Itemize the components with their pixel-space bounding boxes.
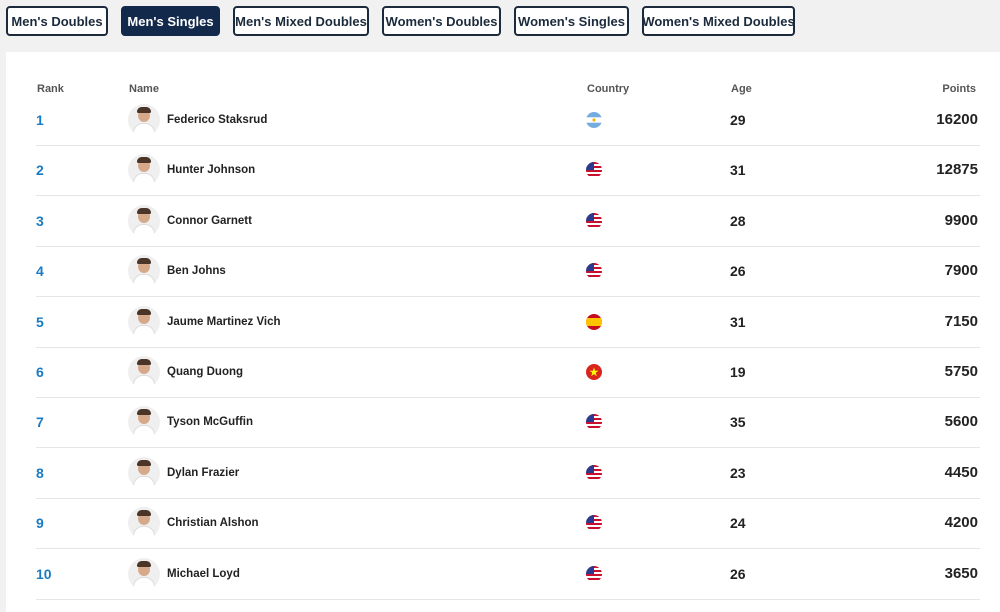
tab-mens-singles[interactable]: Men's Singles (121, 6, 220, 36)
points-value: 7150 (944, 312, 978, 330)
rank-value: 7 (36, 414, 44, 431)
table-row[interactable]: 6 Quang Duong 19 5750 (36, 347, 980, 398)
usa-flag-icon (586, 565, 602, 582)
avatar[interactable] (128, 557, 160, 590)
player-name-link[interactable]: Michael Loyd (167, 549, 240, 599)
player-name-link[interactable]: Tyson McGuffin (167, 397, 253, 447)
rank-value: 9 (36, 515, 44, 532)
points-value: 16200 (936, 111, 978, 128)
rank-value: 1 (36, 112, 44, 128)
tab-womens-doubles[interactable]: Women's Doubles (382, 6, 501, 36)
points-value: 4200 (944, 514, 978, 532)
player-name-link[interactable]: Federico Staksrud (167, 95, 267, 145)
table-row[interactable]: 2 Hunter Johnson 31 12875 (36, 145, 980, 197)
points-value: 3650 (944, 564, 978, 582)
tab-womens-mixed-doubles[interactable]: Women's Mixed Doubles (642, 6, 795, 36)
age-value: 19 (730, 364, 746, 380)
points-value: 5600 (944, 413, 978, 431)
age-value: 31 (730, 313, 746, 330)
header-rank: Rank (37, 83, 64, 95)
player-name-link[interactable]: Hunter Johnson (167, 145, 255, 195)
points-value: 12875 (936, 161, 978, 179)
rank-value: 4 (36, 263, 44, 280)
points-value: 4450 (944, 463, 978, 481)
rankings-panel: Rank Name Country Age Points 1 Federico S… (6, 52, 1000, 612)
tab-womens-singles[interactable]: Women's Singles (514, 6, 629, 36)
age-value: 28 (730, 212, 746, 229)
rank-value: 8 (36, 464, 44, 481)
avatar[interactable] (128, 255, 160, 288)
header-name: Name (129, 83, 159, 95)
table-row[interactable]: 5 Jaume Martinez Vich 31 7150 (36, 297, 980, 348)
usa-flag-icon (586, 464, 602, 481)
avatar[interactable] (128, 154, 160, 187)
points-value: 7900 (944, 262, 978, 280)
player-name-link[interactable]: Ben Johns (167, 246, 226, 296)
age-value: 35 (730, 414, 746, 431)
player-name-link[interactable]: Jaume Martinez Vich (167, 297, 281, 347)
player-name-link[interactable]: Quang Duong (167, 347, 243, 397)
usa-flag-icon (586, 212, 602, 229)
tab-mens-doubles[interactable]: Men's Doubles (6, 6, 108, 36)
avatar[interactable] (128, 204, 160, 237)
player-name-link[interactable]: Christian Alshon (167, 498, 259, 548)
table-row[interactable]: 7 Tyson McGuffin 35 5600 (36, 397, 980, 449)
avatar[interactable] (128, 456, 160, 489)
avatar[interactable] (128, 356, 160, 388)
avatar[interactable] (128, 305, 160, 338)
table-row[interactable]: 1 Federico Staksrud 29 16200 (36, 95, 980, 146)
table-row[interactable]: 4 Ben Johns 26 7900 (36, 246, 980, 298)
age-value: 31 (730, 162, 746, 179)
table-row[interactable]: 10 Michael Loyd 26 3650 (36, 549, 980, 600)
age-value: 24 (730, 515, 746, 532)
usa-flag-icon (586, 263, 602, 280)
header-country: Country (587, 83, 630, 95)
tab-mens-mixed-doubles[interactable]: Men's Mixed Doubles (233, 6, 369, 36)
rank-value: 3 (36, 212, 44, 229)
table-row[interactable]: 8 Dylan Frazier 23 4450 (36, 448, 980, 499)
player-name-link[interactable]: Dylan Frazier (167, 448, 239, 498)
points-value: 9900 (944, 211, 978, 229)
age-value: 26 (730, 565, 746, 582)
age-value: 26 (730, 263, 746, 280)
player-name-link[interactable]: Connor Garnett (167, 196, 252, 246)
avatar[interactable] (128, 406, 160, 439)
age-value: 29 (730, 112, 746, 128)
points-value: 5750 (944, 363, 978, 380)
usa-flag-icon (586, 162, 602, 179)
table-row[interactable]: 9 Christian Alshon 24 4200 (36, 498, 980, 550)
rank-value: 10 (36, 565, 52, 582)
header-points: Points (942, 83, 976, 95)
rank-value: 2 (36, 162, 44, 179)
usa-flag-icon (586, 515, 602, 532)
avatar[interactable] (128, 507, 160, 540)
table-row[interactable]: 3 Connor Garnett 28 9900 (36, 196, 980, 247)
age-value: 23 (730, 464, 746, 481)
rank-value: 6 (36, 364, 44, 380)
spain-flag-icon (586, 313, 602, 330)
vietnam-flag-icon (586, 364, 602, 380)
usa-flag-icon (586, 414, 602, 431)
rank-value: 5 (36, 313, 44, 330)
avatar[interactable] (128, 104, 160, 136)
argentina-flag-icon (586, 112, 602, 128)
header-age: Age (731, 83, 752, 95)
